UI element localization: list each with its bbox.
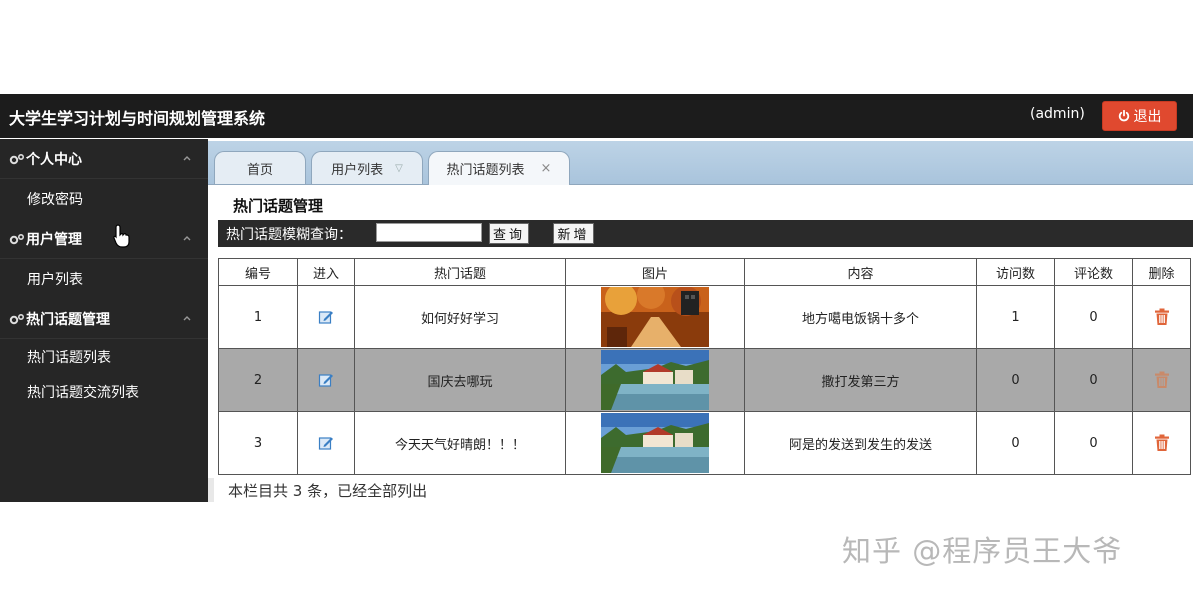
sidebar-item-label: 用户列表: [27, 272, 83, 288]
cell-enter: [297, 411, 355, 475]
search-bar: 热门话题模糊查询： 查询 新增: [218, 220, 1193, 247]
page-title: 热门话题管理: [233, 197, 324, 215]
riverside-town-image: [601, 350, 709, 410]
autumn-path-image: [601, 287, 709, 347]
tab-label: 用户列表: [331, 162, 384, 178]
tab-label: 热门话题列表: [446, 163, 525, 178]
gears-icon: [9, 153, 25, 164]
divider: [208, 478, 214, 502]
search-input[interactable]: [376, 223, 482, 242]
sidebar-item-hot-topic-discussion-list[interactable]: 热门话题交流列表: [0, 374, 208, 409]
chevron-down-icon: ▽: [395, 162, 403, 174]
column-header: 图片: [565, 258, 745, 286]
column-header: 编号: [218, 258, 298, 286]
column-header: 评论数: [1054, 258, 1133, 286]
column-header: 内容: [744, 258, 977, 286]
cell-enter: [297, 348, 355, 412]
cell-image: [565, 348, 745, 412]
table-row: 3 今天天气好晴朗！！！ 阿是的发送到发生的发送 0 0: [218, 411, 1191, 475]
tab-user-list[interactable]: 用户列表 ▽: [311, 151, 423, 184]
table-header-row: 编号 进入 热门话题 图片 内容 访问数 评论数 删除: [218, 258, 1191, 286]
edit-icon[interactable]: [318, 372, 334, 388]
cell-comments: 0: [1054, 348, 1133, 412]
cell-content: 地方噶电饭锅十多个: [744, 285, 977, 349]
cell-visits: 1: [976, 285, 1055, 349]
cell-id: 1: [218, 285, 298, 349]
close-icon[interactable]: ×: [541, 161, 552, 176]
top-bar: 大学生学习计划与时间规划管理系统 (admin) 退出: [0, 94, 1193, 138]
sidebar-group-label: 用户管理: [26, 231, 82, 248]
sidebar-item-user-list[interactable]: 用户列表: [0, 259, 208, 299]
cell-delete: [1132, 411, 1191, 475]
add-button[interactable]: 新增: [553, 223, 594, 244]
hot-topic-table: 编号 进入 热门话题 图片 内容 访问数 评论数 删除 1 如何好好学习 地方噶…: [218, 258, 1191, 475]
mouse-pointer-icon: [113, 224, 130, 248]
cell-delete: [1132, 348, 1191, 412]
record-count-note: 本栏目共 3 条，已经全部列出: [228, 482, 428, 500]
sidebar-item-change-password[interactable]: 修改密码: [0, 179, 208, 219]
cell-visits: 0: [976, 411, 1055, 475]
trash-icon[interactable]: [1154, 434, 1170, 452]
power-icon: [1118, 110, 1129, 122]
table-row: 1 如何好好学习 地方噶电饭锅十多个 1 0: [218, 285, 1191, 349]
column-header: 访问数: [976, 258, 1055, 286]
sidebar-item-label: 热门话题交流列表: [27, 384, 139, 401]
sidebar-group-hot-topics[interactable]: 热门话题管理: [0, 299, 208, 339]
cell-topic: 今天天气好晴朗！！！: [354, 411, 566, 475]
logout-label: 退出: [1133, 109, 1162, 125]
riverside-town-image: [601, 413, 709, 473]
trash-icon[interactable]: [1154, 308, 1170, 326]
sidebar-group-users[interactable]: 用户管理: [0, 219, 208, 259]
column-header: 进入: [297, 258, 355, 286]
cell-delete: [1132, 285, 1191, 349]
tab-bar: 首页 用户列表 ▽ 热门话题列表 ×: [208, 141, 1193, 185]
sidebar-item-label: 热门话题列表: [27, 349, 111, 366]
cell-comments: 0: [1054, 411, 1133, 475]
chevron-up-icon: [183, 236, 191, 241]
cell-topic: 如何好好学习: [354, 285, 566, 349]
cell-content: 撒打发第三方: [744, 348, 977, 412]
app-title: 大学生学习计划与时间规划管理系统: [9, 109, 266, 128]
tab-home[interactable]: 首页: [214, 151, 306, 184]
sidebar-group-label: 热门话题管理: [26, 311, 110, 328]
cell-content: 阿是的发送到发生的发送: [744, 411, 977, 475]
cell-image: [565, 411, 745, 475]
column-header: 删除: [1132, 258, 1191, 286]
query-button[interactable]: 查询: [489, 223, 529, 244]
table-row: 2 国庆去哪玩 撒打发第三方 0 0: [218, 348, 1191, 412]
gears-icon: [9, 313, 25, 324]
sidebar-group-label: 个人中心: [26, 151, 82, 168]
current-user: (admin): [1030, 106, 1085, 122]
tab-hot-topic-list[interactable]: 热门话题列表 ×: [428, 151, 570, 185]
edit-icon[interactable]: [318, 435, 334, 451]
chevron-up-icon: [183, 156, 191, 161]
logout-button[interactable]: 退出: [1102, 101, 1177, 131]
cell-visits: 0: [976, 348, 1055, 412]
search-label: 热门话题模糊查询：: [226, 227, 352, 243]
cell-id: 2: [218, 348, 298, 412]
cell-comments: 0: [1054, 285, 1133, 349]
cell-image: [565, 285, 745, 349]
trash-icon[interactable]: [1154, 371, 1170, 389]
sidebar-item-label: 修改密码: [27, 192, 83, 208]
edit-icon[interactable]: [318, 309, 334, 325]
sidebar-item-hot-topic-list[interactable]: 热门话题列表: [0, 339, 208, 374]
sidebar-group-personal[interactable]: 个人中心: [0, 139, 208, 179]
tab-label: 首页: [246, 162, 273, 178]
gears-icon: [9, 233, 25, 244]
cell-enter: [297, 285, 355, 349]
chevron-up-icon: [183, 316, 191, 321]
cell-id: 3: [218, 411, 298, 475]
cell-topic: 国庆去哪玩: [354, 348, 566, 412]
sidebar: 个人中心 修改密码 用户管理 用户列表 热门话题管理 热门话题列表 热门话题交流…: [0, 139, 208, 502]
column-header: 热门话题: [354, 258, 566, 286]
watermark: 知乎 @程序员王大爷: [842, 534, 1123, 568]
